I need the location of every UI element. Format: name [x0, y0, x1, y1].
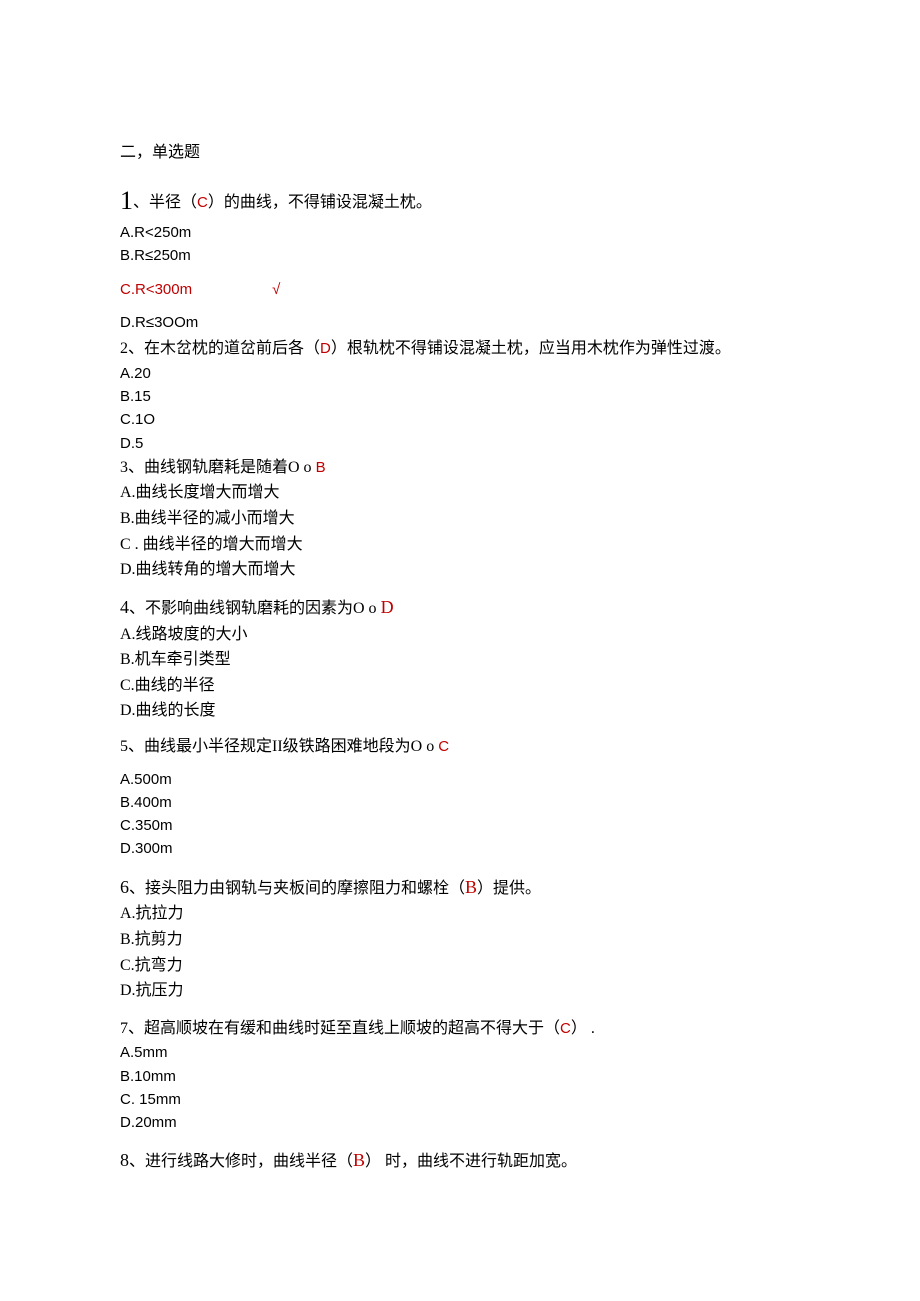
- q3-answer: B: [316, 459, 326, 476]
- q3-choice-a: A.曲线长度增大而增大: [120, 480, 800, 506]
- q2-choice-a: A.20: [120, 362, 800, 385]
- q4-number: 4: [120, 597, 129, 617]
- q1-choice-c: C.R<300m: [120, 281, 192, 298]
- document-page: 二，单选题 1、半径（C）的曲线，不得铺设混凝土枕。 A.R<250m B.R≤…: [0, 0, 920, 1301]
- q7-choice-d: D.20mm: [120, 1111, 800, 1134]
- check-icon: √: [272, 281, 280, 298]
- q2-choice-d: D.5: [120, 432, 800, 455]
- q6-post: ）提供。: [477, 880, 541, 897]
- q5-choice-c: C.350m: [120, 814, 800, 837]
- q2-post: ）根轨枕不得铺设混凝土枕，应当用木枕作为弹性过渡。: [331, 340, 731, 357]
- q1-choice-b: B.R≤250m: [120, 244, 800, 267]
- q1-pre: 、半径（: [133, 194, 197, 211]
- q4-choice-a: A.线路坡度的大小: [120, 622, 800, 648]
- q6-choice-d: D.抗压力: [120, 978, 800, 1004]
- q8-number: 8: [120, 1150, 129, 1170]
- question-8-stem: 8、进行线路大修时，曲线半径（B） 时，曲线不进行轨距加宽。: [120, 1146, 800, 1175]
- q4-stem: 、不影响曲线钢轨磨耗的因素为O o: [129, 600, 381, 617]
- question-6-stem: 6、接头阻力由钢轨与夹板间的摩擦阻力和螺栓（B）提供。: [120, 873, 800, 902]
- question-1-stem: 1、半径（C）的曲线，不得铺设混凝土枕。: [120, 180, 800, 222]
- q5-answer: C: [438, 738, 449, 755]
- q6-number: 6: [120, 877, 129, 897]
- q8-answer: B: [353, 1150, 365, 1170]
- q7-choice-c: C. 15mm: [120, 1088, 800, 1111]
- q6-choice-b: B.抗剪力: [120, 927, 800, 953]
- q8-post: ） 时，曲线不进行轨距加宽。: [365, 1153, 577, 1170]
- q7-post: ） .: [571, 1020, 595, 1037]
- q1-number: 1: [120, 186, 133, 215]
- q4-choice-d: D.曲线的长度: [120, 698, 800, 724]
- q4-choice-c: C.曲线的半径: [120, 673, 800, 699]
- q5-choice-b: B.400m: [120, 791, 800, 814]
- q4-choice-b: B.机车牵引类型: [120, 647, 800, 673]
- q1-post: ）的曲线，不得铺设混凝土枕。: [208, 194, 432, 211]
- q2-pre: 2、在木岔枕的道岔前后各（: [120, 340, 320, 357]
- q1-answer: C: [197, 194, 208, 211]
- q2-choice-b: B.15: [120, 385, 800, 408]
- q4-answer: D: [381, 597, 394, 617]
- q3-choice-c: C . 曲线半径的增大而增大: [120, 532, 800, 558]
- q7-answer: C: [560, 1020, 571, 1037]
- question-7-stem: 7、超高顺坡在有缓和曲线时延至直线上顺坡的超高不得大于（C） .: [120, 1016, 800, 1042]
- q6-choice-c: C.抗弯力: [120, 953, 800, 979]
- q5-stem: 5、曲线最小半径规定II级铁路困难地段为O o: [120, 738, 438, 755]
- q6-answer: B: [465, 877, 477, 897]
- q7-pre: 7、超高顺坡在有缓和曲线时延至直线上顺坡的超高不得大于（: [120, 1020, 560, 1037]
- q5-choice-a: A.500m: [120, 768, 800, 791]
- q6-pre: 、接头阻力由钢轨与夹板间的摩擦阻力和螺栓（: [129, 880, 465, 897]
- question-3-stem: 3、曲线钢轨磨耗是随着O o B: [120, 455, 800, 481]
- q5-choice-d: D.300m: [120, 837, 800, 860]
- q6-choice-a: A.抗拉力: [120, 901, 800, 927]
- question-5-stem: 5、曲线最小半径规定II级铁路困难地段为O o C: [120, 734, 800, 760]
- q2-answer: D: [320, 340, 331, 357]
- q3-stem: 3、曲线钢轨磨耗是随着O o: [120, 459, 316, 476]
- q2-choice-c: C.1O: [120, 408, 800, 431]
- q8-pre: 、进行线路大修时，曲线半径（: [129, 1153, 353, 1170]
- q1-choice-a: A.R<250m: [120, 221, 800, 244]
- q7-choice-a: A.5mm: [120, 1041, 800, 1064]
- question-2-stem: 2、在木岔枕的道岔前后各（D）根轨枕不得铺设混凝土枕，应当用木枕作为弹性过渡。: [120, 336, 800, 362]
- q7-choice-b: B.10mm: [120, 1065, 800, 1088]
- q3-choice-d: D.曲线转角的增大而增大: [120, 557, 800, 583]
- question-4-stem: 4、不影响曲线钢轨磨耗的因素为O o D: [120, 593, 800, 622]
- section-header: 二，单选题: [120, 140, 800, 166]
- q1-choice-d: D.R≤3OOm: [120, 311, 800, 334]
- q1-choice-c-row: C.R<300m √: [120, 278, 800, 301]
- q3-choice-b: B.曲线半径的减小而增大: [120, 506, 800, 532]
